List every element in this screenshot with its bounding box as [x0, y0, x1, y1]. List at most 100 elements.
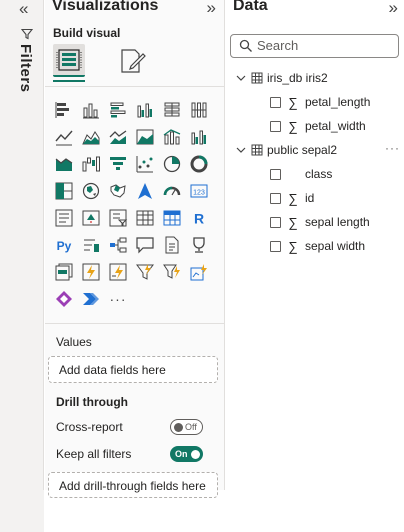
double-chevron-left-icon[interactable]: « [19, 0, 28, 19]
active-tab-indicator [53, 80, 85, 82]
visualizations-title: Visualizations [52, 0, 159, 14]
field-checkbox[interactable] [270, 120, 281, 132]
kpi-icon[interactable] [78, 205, 104, 231]
qa-icon[interactable] [132, 232, 158, 258]
visual-gallery: 123 R Py ··· [51, 97, 212, 312]
matrix-icon[interactable] [159, 205, 185, 231]
treemap-icon[interactable] [51, 178, 77, 204]
key-influencers-icon[interactable] [78, 232, 104, 258]
line-and-stacked-column-chart-icon[interactable] [159, 124, 185, 150]
filters-rail-footer [0, 490, 44, 532]
ribbon-chart-icon[interactable] [51, 151, 77, 177]
svg-text:R: R [194, 211, 204, 227]
values-drop-zone[interactable]: Add data fields here [48, 356, 218, 383]
field-name: sepal width [305, 239, 366, 253]
double-chevron-right-icon[interactable]: » [389, 0, 398, 18]
search-box[interactable] [230, 34, 399, 58]
line-and-clustered-column-chart-icon[interactable] [186, 124, 212, 150]
field-row-petal-width[interactable]: ∑ petal_width [270, 117, 366, 135]
100-stacked-column-chart-icon[interactable] [186, 97, 212, 123]
power-apps-icon[interactable] [78, 259, 104, 285]
table-row-sepal2[interactable]: public sepal2 [235, 141, 337, 159]
field-row-sepal-length[interactable]: ∑ sepal length [270, 213, 370, 231]
stacked-bar-chart-icon[interactable] [51, 97, 77, 123]
smart-narrative-icon[interactable] [159, 232, 185, 258]
map-icon[interactable] [78, 178, 104, 204]
more-visuals-icon[interactable]: ··· [105, 286, 131, 312]
field-checkbox[interactable] [270, 192, 281, 204]
power-automate-icon[interactable] [105, 259, 131, 285]
field-checkbox[interactable] [270, 216, 281, 228]
area-chart-icon[interactable] [78, 124, 104, 150]
python-visual-icon[interactable]: Py [51, 232, 77, 258]
table-name: iris_db iris2 [267, 71, 328, 85]
funnel-icon [20, 27, 34, 45]
field-row-sepal-width[interactable]: ∑ sepal width [270, 237, 365, 255]
toggle-knob [190, 449, 200, 459]
sigma-icon: ∑ [288, 190, 298, 206]
donut-chart-icon[interactable] [186, 151, 212, 177]
card-icon[interactable]: 123 [186, 178, 212, 204]
sigma-icon: ∑ [288, 238, 298, 254]
table-icon[interactable] [132, 205, 158, 231]
waterfall-chart-icon[interactable] [78, 151, 104, 177]
filters-label: Filters [17, 44, 34, 93]
field-checkbox[interactable] [270, 240, 281, 252]
table-row-iris2[interactable]: iris_db iris2 [235, 69, 328, 87]
search-icon [239, 39, 253, 58]
chevron-down-icon[interactable] [235, 72, 247, 84]
format-visual-tab[interactable] [117, 46, 147, 76]
sigma-icon: ∑ [288, 118, 298, 134]
field-name: petal_width [305, 119, 366, 133]
double-chevron-right-icon[interactable]: » [207, 0, 216, 18]
data-pane: Data » iris_db iris2 ∑ petal_length ∑ pe… [226, 0, 404, 532]
field-checkbox[interactable] [270, 96, 281, 108]
build-visual-tab[interactable] [53, 44, 85, 77]
values-label: Values [56, 335, 92, 349]
stacked-area-chart-icon[interactable] [105, 124, 131, 150]
new-visual-icon[interactable] [132, 259, 158, 285]
decomposition-tree-icon[interactable] [105, 232, 131, 258]
stacked-column-chart-icon[interactable] [78, 97, 104, 123]
line-chart-icon[interactable] [51, 124, 77, 150]
table-icon [251, 144, 263, 156]
field-row-id[interactable]: ∑ id [270, 189, 314, 207]
keep-all-filters-toggle[interactable]: On [170, 446, 203, 462]
format-visual-icon [121, 49, 146, 73]
cross-report-toggle[interactable]: Off [170, 419, 203, 435]
sigma-icon: ∑ [288, 94, 298, 110]
multi-row-card-icon[interactable] [51, 205, 77, 231]
azure-map-icon[interactable] [132, 178, 158, 204]
r-script-visual-icon[interactable]: R [186, 205, 212, 231]
field-checkbox[interactable] [270, 168, 281, 180]
filled-map-icon[interactable] [105, 178, 131, 204]
100-stacked-bar-chart-icon[interactable] [159, 97, 185, 123]
azure-anomaly-icon[interactable] [186, 259, 212, 285]
filter-visual-icon[interactable] [159, 259, 185, 285]
funnel-chart-icon[interactable] [105, 151, 131, 177]
scatter-chart-icon[interactable] [132, 151, 158, 177]
field-name: sepal length [305, 215, 370, 229]
custom-chevron-icon[interactable] [78, 286, 104, 312]
field-name: class [305, 167, 333, 181]
more-options-icon[interactable]: ··· [385, 141, 400, 155]
metrics-icon[interactable] [186, 232, 212, 258]
100-stacked-area-chart-icon[interactable] [132, 124, 158, 150]
drill-through-label: Drill through [56, 395, 128, 409]
gauge-icon[interactable] [159, 178, 185, 204]
filters-pane-collapsed[interactable]: « Filters [0, 0, 44, 490]
drill-through-drop-zone[interactable]: Add drill-through fields here [48, 472, 218, 498]
custom-diamond-icon[interactable] [51, 286, 77, 312]
search-input[interactable] [257, 38, 392, 53]
chevron-down-icon[interactable] [235, 144, 247, 156]
pie-chart-icon[interactable] [159, 151, 185, 177]
clustered-bar-chart-icon[interactable] [105, 97, 131, 123]
toggle-state-label: On [175, 449, 188, 459]
slicer-icon[interactable] [105, 205, 131, 231]
clustered-column-chart-icon[interactable] [132, 97, 158, 123]
table-icon [251, 72, 263, 84]
svg-text:123: 123 [193, 190, 205, 197]
field-row-class[interactable]: class [270, 165, 332, 183]
paginated-report-icon[interactable] [51, 259, 77, 285]
field-row-petal-length[interactable]: ∑ petal_length [270, 93, 370, 111]
